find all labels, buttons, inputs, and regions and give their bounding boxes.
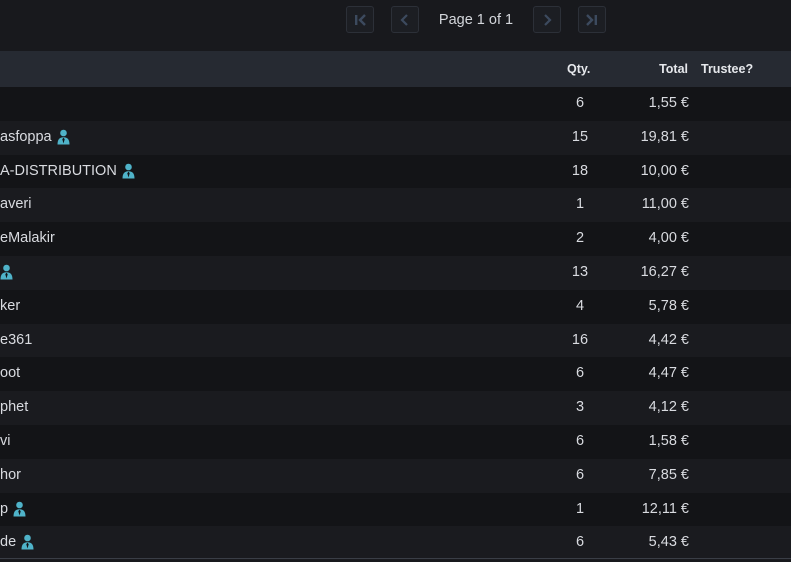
- seller-name[interactable]: e361: [0, 332, 32, 348]
- trustee-icon: [0, 264, 13, 280]
- total-cell: 5,43 €: [648, 534, 689, 551]
- quantity-cell: 6: [575, 95, 585, 111]
- chevron-left-icon: [400, 13, 408, 26]
- quantity-cell: 2: [575, 230, 585, 247]
- next-page-button[interactable]: [533, 6, 561, 33]
- seller-name[interactable]: eMalakir: [0, 230, 55, 246]
- total-cell: 4,12 €: [648, 399, 689, 416]
- table-row[interactable]: oot 6 4,47 €: [0, 357, 791, 392]
- seller-name[interactable]: averi: [0, 196, 31, 212]
- total-cell: 11,00 €: [641, 196, 689, 213]
- quantity-cell: 6: [575, 365, 585, 382]
- chevron-right-icon: [544, 13, 552, 26]
- seller-name-text[interactable]: ker: [0, 298, 20, 314]
- table-row[interactable]: e361 16 4,42 €: [0, 323, 791, 358]
- table-row[interactable]: asfoppa 15 19,81 €: [0, 120, 791, 155]
- table-row[interactable]: 6 1,55 €: [0, 87, 791, 121]
- seller-name[interactable]: asfoppa: [0, 129, 70, 145]
- seller-name-text[interactable]: hor: [0, 467, 21, 483]
- seller-name[interactable]: [0, 264, 13, 280]
- trustee-icon: [21, 535, 34, 550]
- total-cell: 4,42 €: [648, 331, 689, 348]
- table-row[interactable]: p 1 12,11 €: [0, 492, 791, 527]
- total-cell: 1,58 €: [648, 432, 689, 449]
- column-header-total[interactable]: Total: [659, 62, 688, 76]
- total-cell: 19,81 €: [640, 128, 689, 145]
- total-cell: 5,78 €: [648, 297, 689, 314]
- seller-name-text[interactable]: phet: [0, 399, 28, 415]
- last-page-button[interactable]: [578, 6, 606, 33]
- last-page-icon: [586, 13, 597, 26]
- column-header-trustee[interactable]: Trustee?: [701, 62, 753, 76]
- total-cell: 7,85 €: [648, 466, 689, 483]
- column-header-qty[interactable]: Qty.: [567, 62, 590, 76]
- total-cell: 16,27 €: [640, 263, 689, 280]
- total-cell: 4,00 €: [648, 230, 689, 247]
- pagination-bar: Page 1 of 1: [0, 0, 791, 51]
- page-indicator: Page 1 of 1: [438, 12, 514, 28]
- quantity-cell: 16: [571, 331, 589, 348]
- table-header: Qty. Total Trustee?: [0, 51, 791, 87]
- seller-name[interactable]: p: [0, 501, 26, 517]
- quantity-cell: 13: [571, 263, 589, 280]
- seller-name[interactable]: A-DISTRIBUTION: [0, 163, 135, 179]
- table-bottom-border: [0, 558, 791, 559]
- quantity-cell: 4: [575, 297, 585, 314]
- total-cell: 4,47 €: [648, 365, 689, 382]
- table-row[interactable]: averi 1 11,00 €: [0, 188, 791, 223]
- seller-name-text[interactable]: e361: [0, 332, 32, 348]
- table-row[interactable]: de 6 5,43 €: [0, 526, 791, 561]
- seller-name-text[interactable]: eMalakir: [0, 230, 55, 246]
- quantity-cell: 1: [575, 500, 585, 517]
- seller-name-text[interactable]: de: [0, 534, 16, 550]
- seller-name-text[interactable]: A-DISTRIBUTION: [0, 163, 117, 179]
- table-row[interactable]: hor 6 7,85 €: [0, 458, 791, 493]
- total-cell: 12,11 €: [641, 500, 689, 517]
- previous-page-button[interactable]: [391, 6, 419, 33]
- total-cell: 1,55 €: [648, 95, 689, 111]
- seller-name-text[interactable]: oot: [0, 365, 20, 381]
- seller-name[interactable]: phet: [0, 399, 28, 415]
- trustee-icon: [13, 501, 26, 517]
- quantity-cell: 3: [575, 399, 585, 416]
- trustee-icon: [57, 129, 70, 145]
- table-row[interactable]: ker 4 5,78 €: [0, 289, 791, 324]
- seller-name[interactable]: oot: [0, 365, 20, 381]
- seller-name-text[interactable]: averi: [0, 196, 31, 212]
- quantity-cell: 18: [571, 162, 589, 179]
- table-row[interactable]: 13 16,27 €: [0, 255, 791, 290]
- quantity-cell: 6: [575, 432, 585, 449]
- trustee-icon: [122, 163, 135, 179]
- total-cell: 10,00 €: [640, 162, 689, 179]
- seller-name[interactable]: de: [0, 534, 34, 550]
- table-row[interactable]: A-DISTRIBUTION 18 10,00 €: [0, 154, 791, 189]
- seller-name[interactable]: hor: [0, 467, 21, 483]
- quantity-cell: 6: [575, 466, 585, 483]
- table-row[interactable]: vi 6 1,58 €: [0, 424, 791, 459]
- seller-name-text[interactable]: p: [0, 501, 8, 517]
- first-page-icon: [355, 13, 366, 26]
- seller-name[interactable]: vi: [0, 433, 10, 449]
- quantity-cell: 6: [575, 534, 585, 551]
- quantity-cell: 15: [571, 128, 589, 145]
- table-body: 6 1,55 € asfoppa 15 19,81 € A-DISTRIBUTION 18 1…: [0, 87, 791, 561]
- seller-name-text[interactable]: asfoppa: [0, 129, 52, 145]
- quantity-cell: 1: [575, 196, 585, 213]
- table-row[interactable]: phet 3 4,12 €: [0, 391, 791, 425]
- first-page-button[interactable]: [346, 6, 374, 33]
- seller-name[interactable]: ker: [0, 298, 20, 314]
- table-row[interactable]: eMalakir 2 4,00 €: [0, 222, 791, 256]
- seller-name-text[interactable]: vi: [0, 433, 10, 449]
